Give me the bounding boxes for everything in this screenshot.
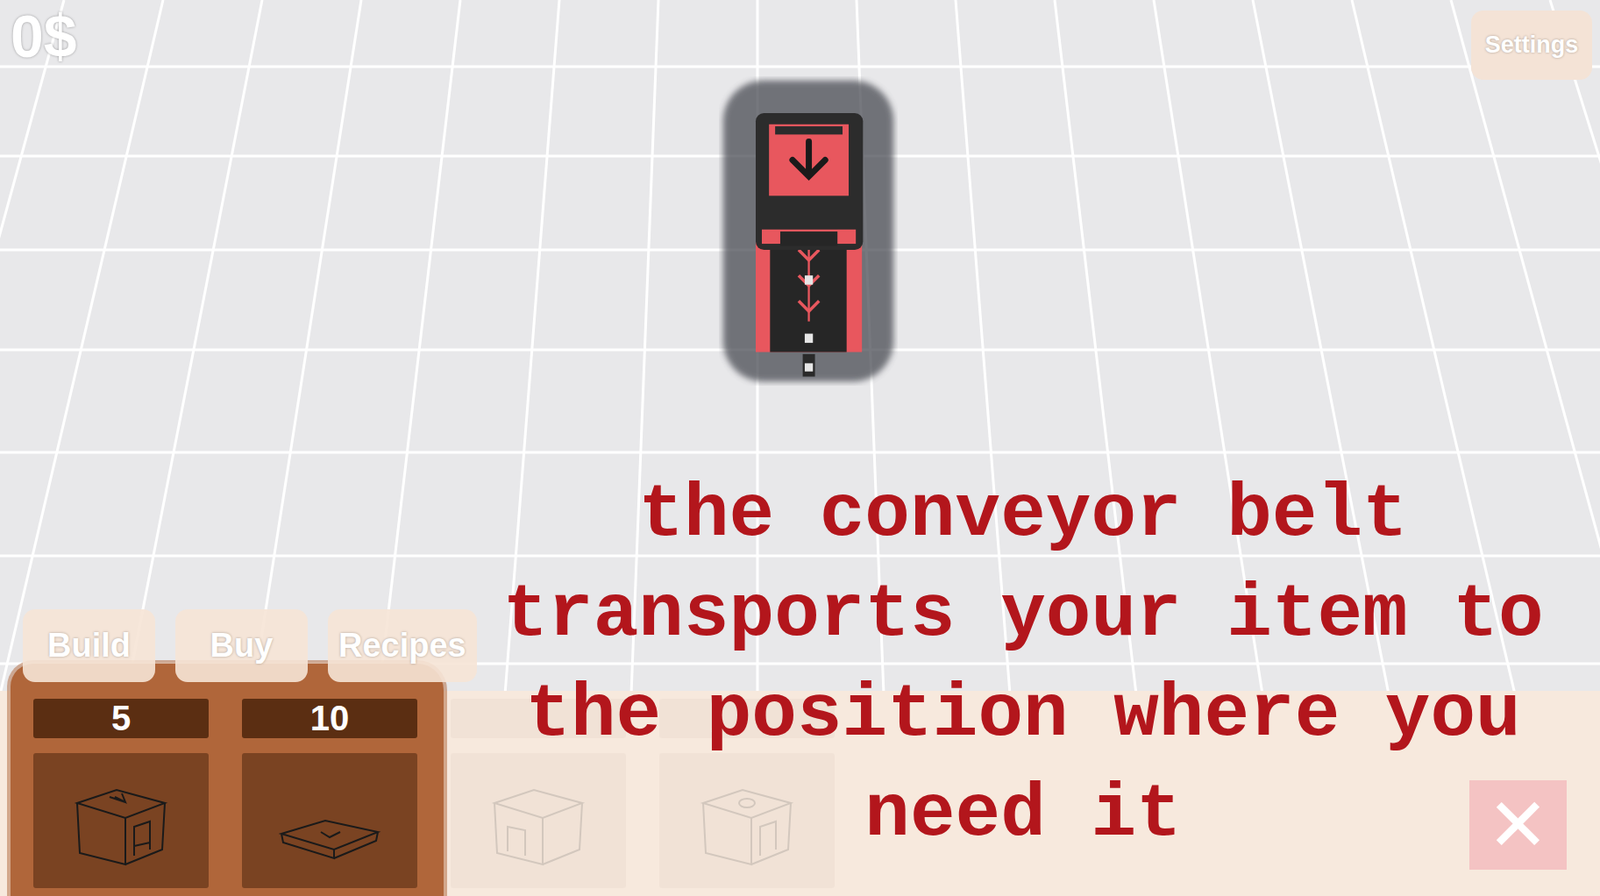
settings-button[interactable]: Settings (1471, 10, 1593, 80)
shop-item[interactable]: 5 (33, 698, 209, 889)
conveyor-icon[interactable] (718, 76, 898, 386)
tab[interactable]: Recipes (327, 609, 477, 683)
price-label: 5 (33, 698, 209, 739)
close-button[interactable]: ✕ (1469, 780, 1567, 870)
money-counter: 0$ (10, 1, 78, 71)
price-label: 10 (241, 698, 418, 739)
tab[interactable]: Build (22, 609, 156, 683)
item-picture (450, 753, 626, 889)
item-picture (659, 753, 835, 889)
belt-slab-icon (272, 772, 387, 869)
tab[interactable]: Buy (175, 609, 308, 683)
spawner-box-icon (64, 772, 178, 869)
shop-item[interactable]: 10 (241, 698, 418, 889)
tutorial-text: the conveyor belt transports your item t… (479, 464, 1567, 865)
crafter-box-icon (481, 772, 596, 869)
item-picture (241, 753, 418, 889)
item-picture (33, 753, 209, 889)
seller-box-icon (689, 772, 804, 869)
game-screen: 0$ Settings Build Buy Recipes 5 10 ✕the conveyo… (0, 0, 1600, 896)
